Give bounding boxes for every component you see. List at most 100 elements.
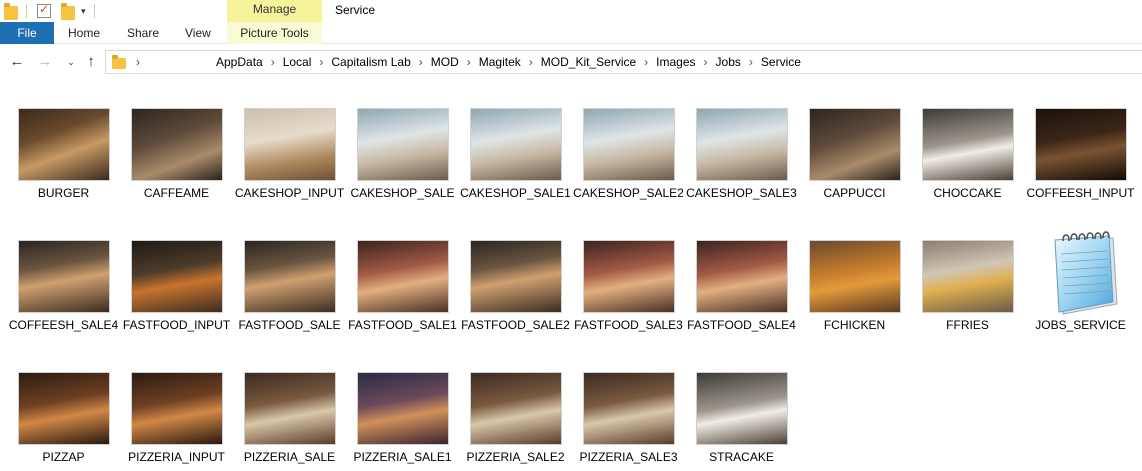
breadcrumb-capitalism-lab[interactable]: Capitalism Lab xyxy=(331,55,410,69)
title-bar: ▾ Manage Service xyxy=(0,0,1142,22)
breadcrumb-magitek[interactable]: Magitek xyxy=(479,55,521,69)
image-thumbnail xyxy=(17,108,110,181)
file-item[interactable]: FASTFOOD_SALE4 xyxy=(685,228,798,353)
file-item[interactable]: COFFEESH_SALE4 xyxy=(7,228,120,353)
breadcrumb-appdata[interactable]: AppData xyxy=(216,55,263,69)
properties-icon[interactable] xyxy=(37,2,51,18)
file-item[interactable]: FASTFOOD_SALE1 xyxy=(346,228,459,353)
file-item[interactable]: PIZZERIA_SALE xyxy=(233,360,346,471)
file-item[interactable]: COFFEESH_INPUT xyxy=(1024,96,1137,221)
file-item[interactable]: CAKESHOP_SALE3 xyxy=(685,96,798,221)
file-grid: BURGER CAFFEAME CAKESHOP_INPUT CAKESHOP_SAL… xyxy=(0,96,1142,471)
breadcrumb: AppData › Local › Capitalism Lab › MOD › Mag… xyxy=(216,51,801,73)
breadcrumb-chevron-icon[interactable]: › xyxy=(419,55,423,69)
file-item[interactable]: PIZZAP xyxy=(7,360,120,471)
back-arrow-icon[interactable]: ← xyxy=(8,53,26,71)
image-thumbnail xyxy=(469,108,562,181)
image-thumbnail xyxy=(130,372,223,445)
up-arrow-icon[interactable]: ↑ xyxy=(82,53,100,71)
breadcrumb-jobs[interactable]: Jobs xyxy=(716,55,741,69)
file-item[interactable]: PIZZERIA_SALE2 xyxy=(459,360,572,471)
image-thumbnail xyxy=(808,240,901,313)
file-item[interactable]: CAKESHOP_INPUT xyxy=(233,96,346,221)
file-name-label: COFFEESH_INPUT xyxy=(1026,186,1135,200)
file-name-label: PIZZERIA_SALE xyxy=(243,450,336,464)
notepad-icon xyxy=(1053,231,1118,315)
folder-icon[interactable] xyxy=(4,2,18,20)
tab-view[interactable]: View xyxy=(185,22,211,44)
file-item[interactable]: STRACAKE xyxy=(685,360,798,471)
folder-icon xyxy=(112,54,126,69)
image-thumbnail xyxy=(921,108,1014,181)
image-thumbnail xyxy=(921,240,1014,313)
customize-toolbar-dropdown-icon[interactable]: ▾ xyxy=(81,6,86,17)
address-bar[interactable]: › AppData › Local › Capitalism Lab › MOD › M… xyxy=(105,50,1142,74)
breadcrumb-chevron-icon[interactable]: › xyxy=(136,55,140,69)
image-thumbnail xyxy=(243,108,336,181)
breadcrumb-chevron-icon[interactable]: › xyxy=(319,55,323,69)
image-thumbnail xyxy=(695,372,788,445)
file-item[interactable]: PIZZERIA_INPUT xyxy=(120,360,233,471)
file-name-label: FASTFOOD_SALE2 xyxy=(461,318,570,332)
file-item[interactable]: FASTFOOD_SALE xyxy=(233,228,346,353)
breadcrumb-chevron-icon[interactable]: › xyxy=(529,55,533,69)
breadcrumb-mod-kit-service[interactable]: MOD_Kit_Service xyxy=(541,55,636,69)
navigation-bar: ← → ⌄ ↑ › AppData › Local › Capitalism Lab… xyxy=(0,45,1142,79)
file-item[interactable]: CAKESHOP_SALE xyxy=(346,96,459,221)
file-name-label: FASTFOOD_SALE4 xyxy=(687,318,796,332)
tab-home[interactable]: Home xyxy=(68,22,100,44)
file-item[interactable]: BURGER xyxy=(7,96,120,221)
image-thumbnail xyxy=(582,372,675,445)
tab-picture-tools[interactable]: Picture Tools xyxy=(227,22,322,44)
file-item[interactable]: FASTFOOD_INPUT xyxy=(120,228,233,353)
file-item[interactable]: FCHICKEN xyxy=(798,228,911,353)
image-thumbnail xyxy=(469,240,562,313)
image-thumbnail xyxy=(582,240,675,313)
file-item[interactable]: FASTFOOD_SALE3 xyxy=(572,228,685,353)
file-name-label: PIZZERIA_SALE1 xyxy=(353,450,452,464)
forward-arrow-icon[interactable]: → xyxy=(36,53,54,71)
file-name-label: FFRIES xyxy=(946,318,989,332)
breadcrumb-images[interactable]: Images xyxy=(656,55,695,69)
file-item[interactable]: CHOCCAKE xyxy=(911,96,1024,221)
toolbar-divider xyxy=(26,4,27,18)
image-thumbnail xyxy=(356,240,449,313)
breadcrumb-chevron-icon[interactable]: › xyxy=(644,55,648,69)
file-name-label: CHOCCAKE xyxy=(933,186,1002,200)
new-folder-icon[interactable] xyxy=(61,2,75,20)
file-item[interactable]: JOBS_SERVICE xyxy=(1024,228,1137,353)
file-name-label: PIZZERIA_SALE3 xyxy=(579,450,678,464)
breadcrumb-service[interactable]: Service xyxy=(761,55,801,69)
file-name-label: FCHICKEN xyxy=(823,318,886,332)
tab-share[interactable]: Share xyxy=(127,22,159,44)
image-thumbnail xyxy=(243,372,336,445)
file-name-label: PIZZERIA_SALE2 xyxy=(466,450,565,464)
file-item[interactable]: CAKESHOP_SALE2 xyxy=(572,96,685,221)
breadcrumb-local[interactable]: Local xyxy=(283,55,312,69)
file-name-label: PIZZERIA_INPUT xyxy=(128,450,225,464)
file-item[interactable]: PIZZERIA_SALE3 xyxy=(572,360,685,471)
tab-file[interactable]: File xyxy=(0,22,54,44)
breadcrumb-chevron-icon[interactable]: › xyxy=(271,55,275,69)
breadcrumb-chevron-icon[interactable]: › xyxy=(704,55,708,69)
file-name-label: CAKESHOP_SALE2 xyxy=(573,186,684,200)
file-name-label: FASTFOOD_INPUT xyxy=(122,318,231,332)
file-item[interactable]: CAFFEAME xyxy=(120,96,233,221)
breadcrumb-chevron-icon[interactable]: › xyxy=(749,55,753,69)
toolbar-divider xyxy=(93,4,95,18)
file-name-label: JOBS_SERVICE xyxy=(1035,318,1126,332)
recent-locations-chevron-down-icon[interactable]: ⌄ xyxy=(62,53,80,71)
image-thumbnail xyxy=(582,108,675,181)
breadcrumb-chevron-icon[interactable]: › xyxy=(467,55,471,69)
file-name-label: BURGER xyxy=(37,186,90,200)
file-item[interactable]: PIZZERIA_SALE1 xyxy=(346,360,459,471)
file-name-label: CAKESHOP_SALE3 xyxy=(686,186,797,200)
file-item[interactable]: CAPPUCCI xyxy=(798,96,911,221)
image-thumbnail xyxy=(356,108,449,181)
file-item[interactable]: FASTFOOD_SALE2 xyxy=(459,228,572,353)
manage-context-tab[interactable]: Manage xyxy=(227,0,322,22)
breadcrumb-mod[interactable]: MOD xyxy=(431,55,459,69)
file-item[interactable]: FFRIES xyxy=(911,228,1024,353)
image-thumbnail xyxy=(695,108,788,181)
file-item[interactable]: CAKESHOP_SALE1 xyxy=(459,96,572,221)
